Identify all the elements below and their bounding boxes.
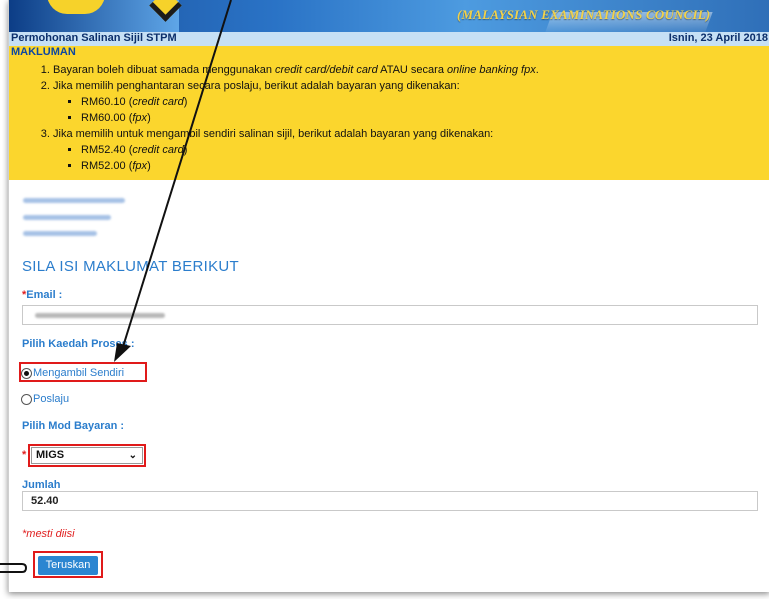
fee-amount: RM52.00 <box>81 160 126 172</box>
notice-item-1-card: credit card/debit card <box>275 64 378 76</box>
radio-poslaju-label: Poslaju <box>33 393 70 405</box>
notice-item-2-fees: RM60.10 (credit card) RM60.00 (fpx) <box>53 94 539 126</box>
redacted-applicant-line <box>23 231 97 236</box>
notice-item-3-fees: RM52.40 (credit card) RM52.00 (fpx) <box>53 142 539 174</box>
notice-heading: MAKLUMAN <box>11 46 76 58</box>
amount-label: Jumlah <box>22 479 61 491</box>
payment-label: Pilih Mod Bayaran : <box>22 420 125 432</box>
notice-panel: MAKLUMAN Bayaran boleh dibuat samada men… <box>9 46 769 180</box>
highlight-box-payment <box>28 444 146 467</box>
fee-item: RM52.00 (fpx) <box>81 158 539 174</box>
fee-item: RM52.40 (credit card) <box>81 142 539 158</box>
notice-item-3-text: Jika memilih untuk mengambil sendiri sal… <box>53 128 494 140</box>
highlight-box-pickup <box>19 362 147 382</box>
required-note: *mesti diisi <box>22 528 75 540</box>
fee-amount: RM60.00 <box>81 112 126 124</box>
email-field[interactable] <box>22 305 758 325</box>
payment-required-marker: * <box>22 449 26 461</box>
notice-item-1-text-c: ATAU secara <box>377 64 448 76</box>
required-marker: * <box>22 449 27 461</box>
process-label: Pilih Kaedah Proses : <box>22 338 135 350</box>
fee-amount: RM60.10 <box>81 96 126 108</box>
redacted-applicant-line <box>23 198 125 203</box>
section-title: SILA ISI MAKLUMAT BERIKUT <box>22 258 240 275</box>
current-date: Isnin, 23 April 2018 <box>668 32 768 44</box>
notice-item-1-text-a: Bayaran boleh dibuat samada menggunakan <box>53 64 275 76</box>
highlight-box-submit <box>33 551 103 578</box>
fee-method: fpx <box>132 160 148 172</box>
fee-method: credit card <box>132 96 184 108</box>
notice-item-3: Jika memilih untuk mengambil sendiri sal… <box>53 126 539 174</box>
notice-item-1-text-e: . <box>535 64 539 76</box>
radio-unchecked-icon[interactable] <box>21 393 32 405</box>
fee-method: credit card <box>132 144 184 156</box>
email-label-text: Email : <box>26 289 63 301</box>
redacted-email <box>35 313 165 318</box>
fee-amount: RM52.40 <box>81 144 126 156</box>
radio-poslaju[interactable]: Poslaju <box>21 393 69 405</box>
council-name: (MALAYSIAN EXAMINATIONS COUNCIL) <box>457 7 711 22</box>
amount-field[interactable]: 52.40 <box>22 491 758 511</box>
notice-list: Bayaran boleh dibuat samada menggunakan … <box>9 62 539 174</box>
page-title: Permohonan Salinan Sijil STPM <box>11 32 177 44</box>
notice-item-2-text: Jika memilih penghantaran secara poslaju… <box>53 80 460 92</box>
title-bar: Permohonan Salinan Sijil STPM Isnin, 23 … <box>9 32 769 46</box>
header-banner: (MALAYSIAN EXAMINATIONS COUNCIL) <box>9 0 769 32</box>
email-label: *Email : <box>22 289 62 301</box>
fee-method: fpx <box>132 112 148 124</box>
redacted-applicant-line <box>23 215 111 220</box>
notice-item-2: Jika memilih penghantaran secara poslaju… <box>53 78 539 126</box>
fee-item: RM60.10 (credit card) <box>81 94 539 110</box>
notice-item-1: Bayaran boleh dibuat samada menggunakan … <box>53 62 539 78</box>
notice-item-1-fpx: online banking fpx <box>447 64 536 76</box>
fee-item: RM60.00 (fpx) <box>81 110 539 126</box>
page-frame: (MALAYSIAN EXAMINATIONS COUNCIL) Permoho… <box>8 0 769 592</box>
